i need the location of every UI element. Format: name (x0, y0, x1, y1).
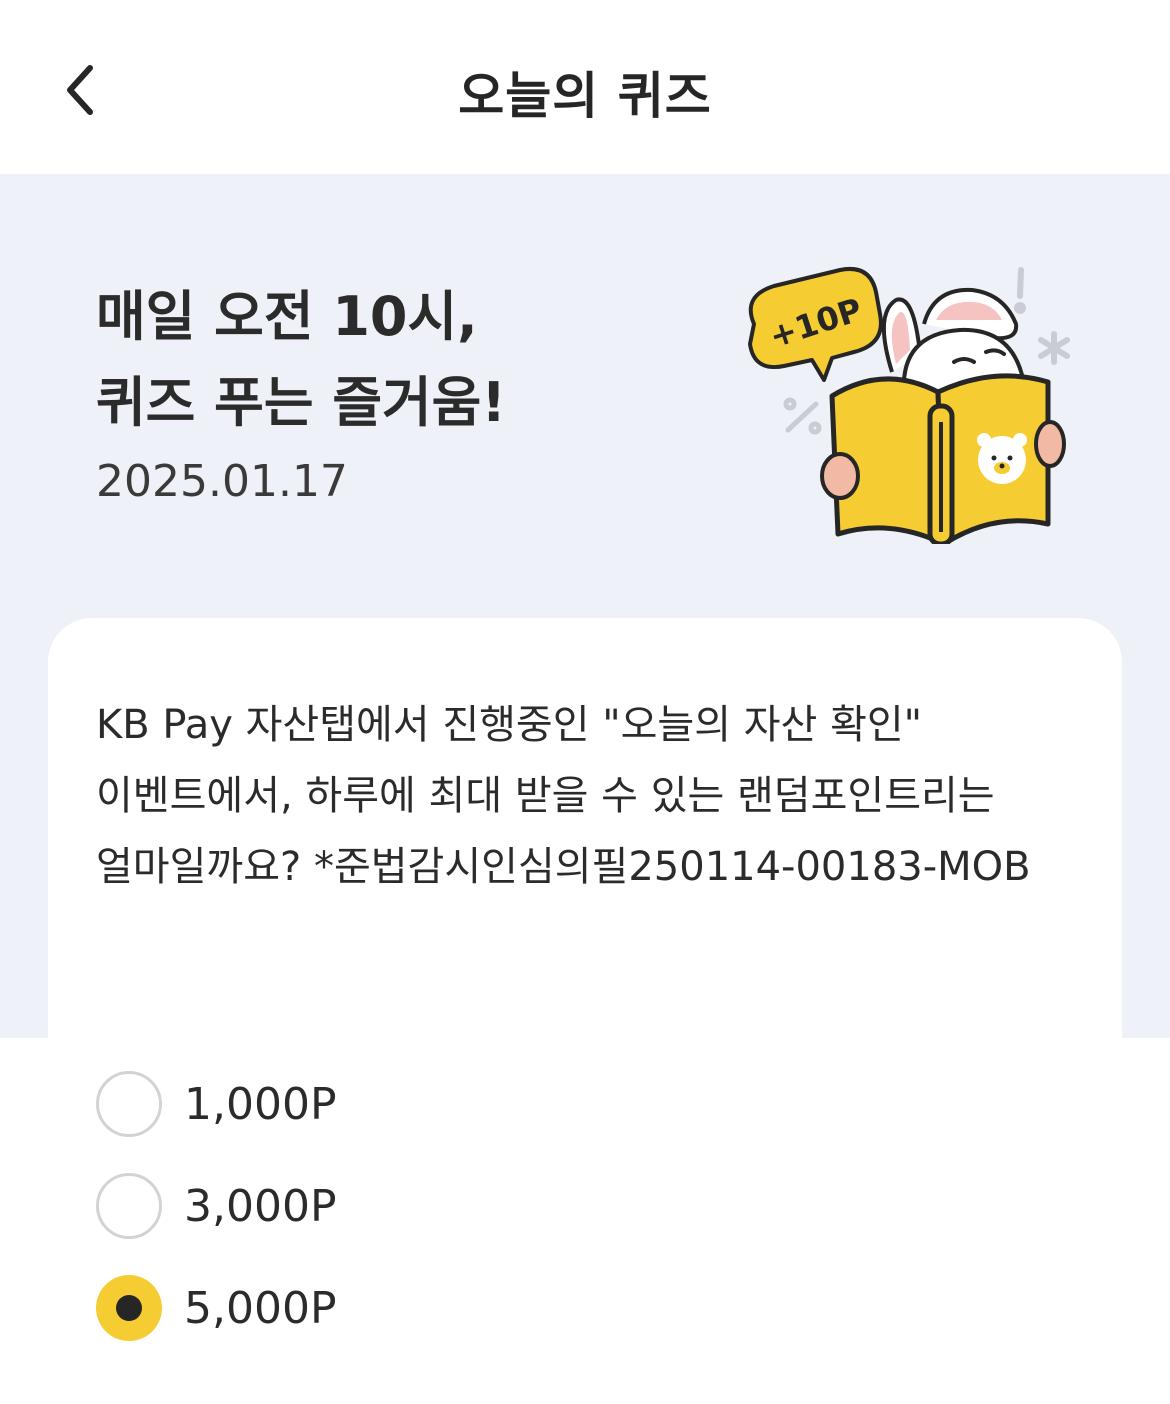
radio-unchecked-icon[interactable] (96, 1173, 162, 1239)
quiz-date: 2025.01.17 (96, 456, 348, 507)
exclamation-mark (1014, 267, 1026, 314)
hero-headline-line1: 매일 오전 10시, (96, 285, 478, 348)
page-title: 오늘의 퀴즈 (458, 67, 712, 125)
answer-option-5000p[interactable]: 5,000P (96, 1272, 337, 1344)
hero-headline-line2: 퀴즈 푸는 즐거움! (96, 371, 506, 434)
answer-option-label: 5,000P (184, 1282, 337, 1334)
percent-sparkle (783, 397, 822, 435)
quiz-question: KB Pay 자산탭에서 진행중인 "오늘의 자산 확인" 이벤트에서, 하루에… (96, 702, 1031, 890)
answer-option-3000p[interactable]: 3,000P (96, 1170, 337, 1242)
app-header: 오늘의 퀴즈 (0, 0, 1170, 174)
bear-icon (977, 433, 1027, 484)
answer-option-1000p[interactable]: 1,000P (96, 1068, 337, 1140)
points-badge: +10P (748, 267, 883, 382)
radio-dot (116, 1295, 142, 1321)
answer-option-label: 1,000P (184, 1078, 337, 1130)
hero-headline: 매일 오전 10시, 퀴즈 푸는 즐거움! (96, 274, 506, 446)
radio-unchecked-icon[interactable] (96, 1071, 162, 1137)
answer-option-label: 3,000P (184, 1180, 337, 1232)
rabbit-paw-left (820, 452, 860, 500)
rabbit-reading-book-illustration: +10P (748, 267, 1070, 544)
answer-options: 1,000P 3,000P 5,000P (0, 1038, 1170, 1404)
rabbit-paw-right (1034, 420, 1066, 468)
radio-checked-icon[interactable] (96, 1275, 162, 1341)
asterisk-sparkle (1038, 331, 1070, 365)
book (829, 373, 1051, 544)
